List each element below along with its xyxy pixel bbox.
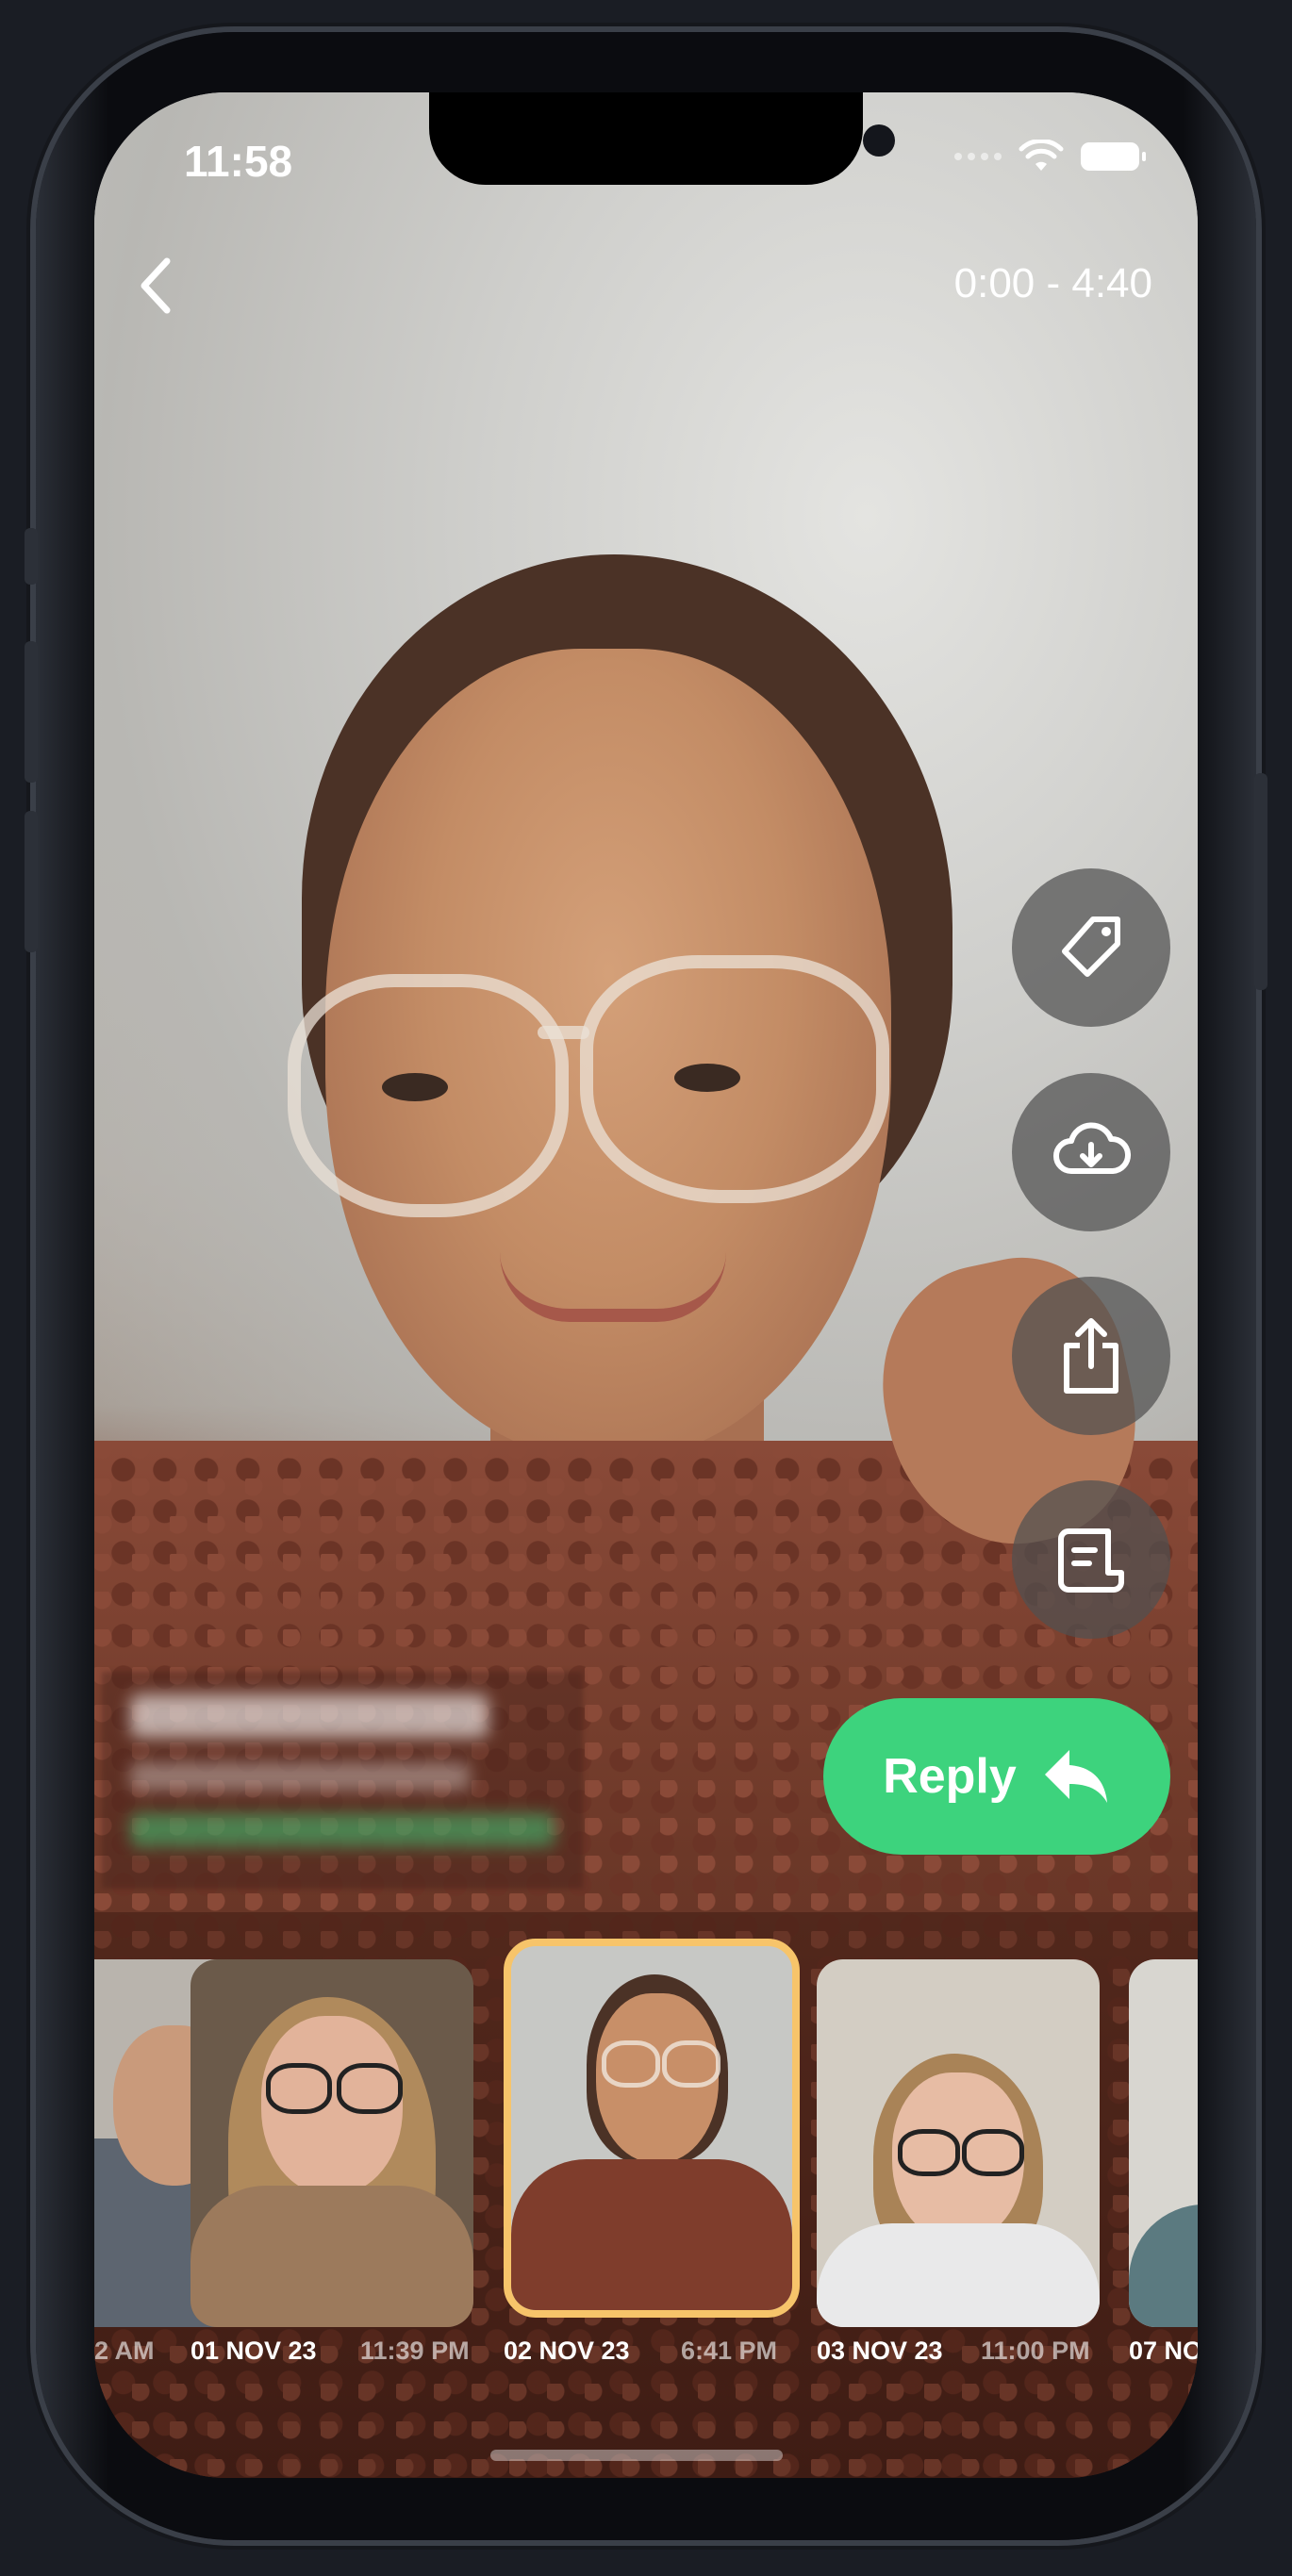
volume-up-button [25, 641, 38, 783]
thumbnail-4[interactable] [1129, 1959, 1198, 2327]
chevron-left-icon [141, 257, 171, 314]
thumbnail-1-date: 01 NOV 23 [190, 2337, 317, 2365]
wifi-icon [1019, 140, 1064, 171]
back-button[interactable] [113, 243, 198, 328]
status-time: 11:58 [184, 137, 293, 186]
video-person-glasses-bridge [538, 1026, 589, 1039]
video-player-screen[interactable]: 11:58 0:00 - 4:40 Reply 2 AM 01 NOV 23 1… [94, 92, 1198, 2478]
share-icon [1064, 1318, 1118, 1394]
video-duration: 0:00 - 4:40 [953, 260, 1152, 306]
reply-button[interactable]: Reply [823, 1698, 1170, 1855]
transcript-button[interactable] [1012, 1480, 1170, 1639]
mute-switch [25, 528, 38, 585]
video-person-glasses [580, 955, 889, 1203]
notch [429, 92, 895, 185]
thumbnail-2-date: 02 NOV 23 [504, 2337, 630, 2365]
cellular-signal-icon [954, 153, 1002, 160]
thumbnail-4-date: 07 NO [1129, 2337, 1198, 2365]
status-icons [954, 140, 1146, 173]
volume-down-button [25, 811, 38, 952]
tag-icon [1062, 916, 1120, 977]
reply-label: Reply [883, 1749, 1017, 1804]
thumbnail-2-active[interactable] [504, 1939, 800, 2318]
home-indicator[interactable] [490, 2450, 783, 2461]
download-button[interactable] [1012, 1073, 1170, 1231]
thumbnail-1[interactable] [190, 1959, 473, 2327]
thumbnail-1-time: 11:39 PM [360, 2337, 470, 2365]
thumbnail-3[interactable] [817, 1959, 1100, 2327]
power-button [1254, 773, 1267, 990]
transcript-icon [1058, 1528, 1124, 1593]
thumbnail-2-time: 6:41 PM [681, 2337, 778, 2365]
share-button[interactable] [1012, 1277, 1170, 1435]
reply-arrow-icon [1044, 1750, 1107, 1803]
front-camera [863, 124, 895, 157]
battery-icon [1081, 142, 1146, 171]
video-person-smile [500, 1252, 726, 1322]
cloud-download-icon [1053, 1122, 1131, 1174]
video-person-glasses [288, 974, 569, 1217]
thumbnail-3-time: 11:00 PM [981, 2337, 1090, 2365]
blurred-sender-info [102, 1672, 583, 1889]
thumbnail-0-time: 2 AM [94, 2337, 155, 2365]
tag-button[interactable] [1012, 868, 1170, 1027]
thumbnail-3-date: 03 NOV 23 [817, 2337, 943, 2365]
